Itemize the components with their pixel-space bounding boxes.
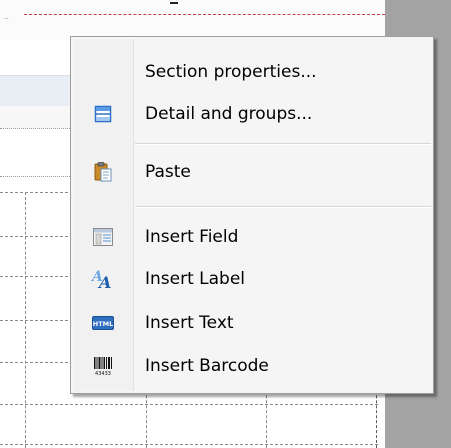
menu-separator xyxy=(135,143,431,145)
menu-item-insert-field[interactable]: Insert Field xyxy=(73,217,431,257)
menu-item-insert-text[interactable]: HTML Insert Text xyxy=(73,303,431,343)
menu-item-label: Insert Barcode xyxy=(145,356,269,376)
detail-groups-icon xyxy=(73,94,133,134)
grid-line xyxy=(0,404,378,405)
menu-item-label: Insert Field xyxy=(145,227,239,247)
grid-line xyxy=(0,444,378,445)
menu-item-paste[interactable]: Paste xyxy=(73,152,431,192)
menu-item-insert-barcode[interactable]: 43433 Insert Barcode xyxy=(73,346,431,386)
field-table-icon xyxy=(73,217,133,257)
html-badge-text: HTML xyxy=(93,320,113,328)
dotted-guide-line xyxy=(0,128,80,129)
section-header-band[interactable] xyxy=(0,75,80,106)
blank-icon-slot xyxy=(73,52,133,92)
ruler-caret xyxy=(170,2,178,4)
menu-item-insert-label[interactable]: A A Insert Label xyxy=(73,259,431,299)
menu-item-detail-and-groups[interactable]: Detail and groups... xyxy=(73,94,431,134)
menu-item-section-properties[interactable]: Section properties... xyxy=(73,52,431,92)
html-text-icon: HTML xyxy=(73,303,133,343)
label-text-icon: A A xyxy=(73,259,133,299)
barcode-icon: 43433 xyxy=(73,346,133,386)
section-boundary-line xyxy=(24,14,385,15)
section-header-band-lower[interactable] xyxy=(0,106,80,128)
menu-item-label: Paste xyxy=(145,162,191,182)
menu-item-label: Insert Label xyxy=(145,269,246,289)
corner-marker: .. xyxy=(4,12,10,21)
page-header-section[interactable] xyxy=(0,0,385,40)
menu-item-label: Detail and groups... xyxy=(145,104,313,124)
grid-column-line xyxy=(25,192,26,448)
menu-item-label: Insert Text xyxy=(145,313,234,333)
clipboard-paste-icon xyxy=(73,152,133,192)
menu-item-label: Section properties... xyxy=(145,62,317,82)
barcode-digits: 43433 xyxy=(95,371,111,377)
menu-separator xyxy=(135,206,431,208)
svg-text:A: A xyxy=(97,273,111,290)
dotted-guide-line xyxy=(0,176,80,177)
context-menu: Section properties... Detail and groups.… xyxy=(70,36,434,394)
